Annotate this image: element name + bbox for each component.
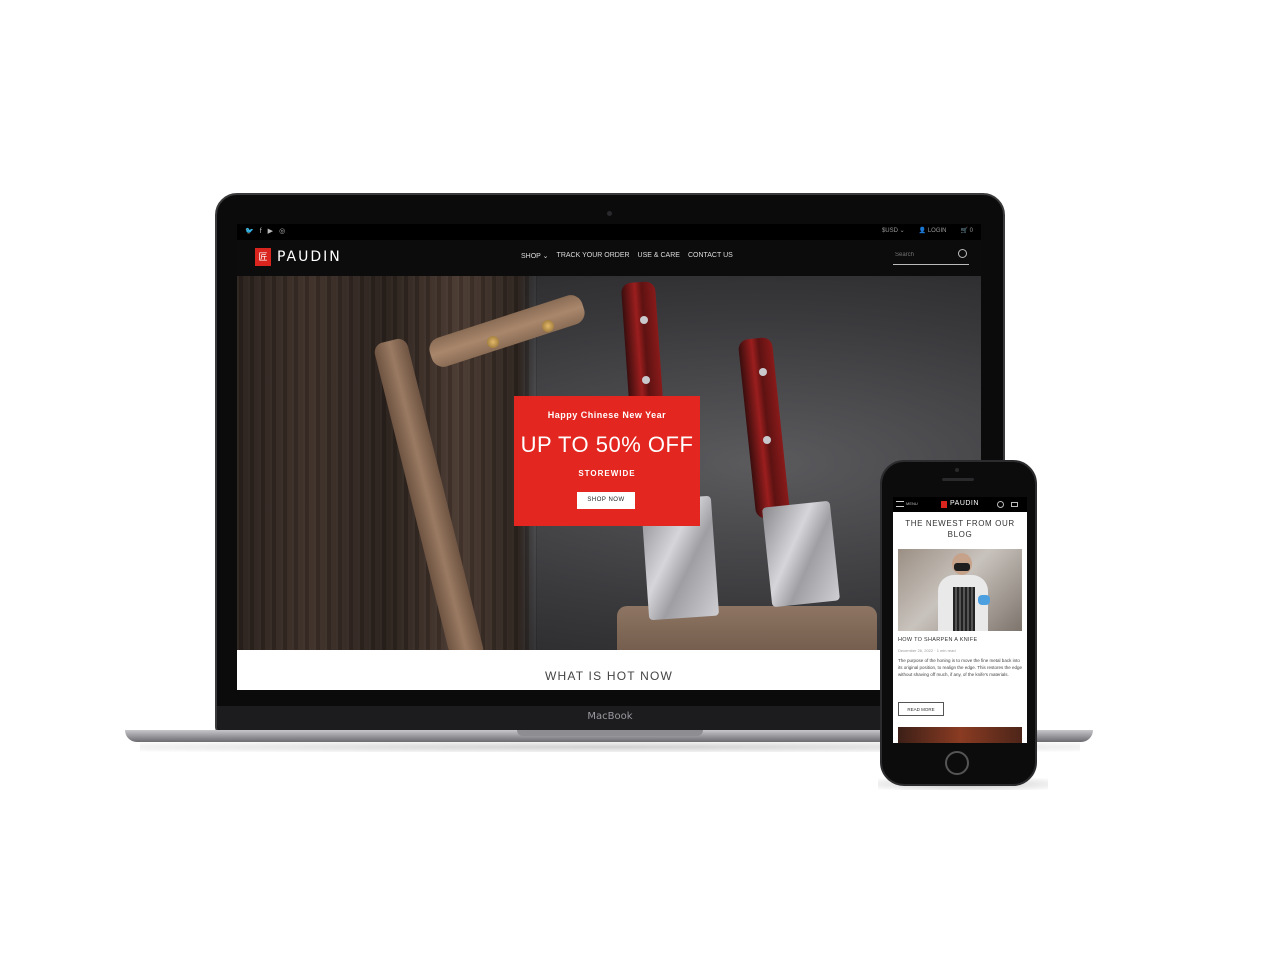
search-box (893, 246, 969, 265)
promo-card: Happy Chinese New Year UP TO 50% OFF STO… (514, 396, 700, 526)
youtube-icon[interactable]: ▶ (268, 227, 273, 236)
mobile-header: MENU PAUDIN (893, 497, 1027, 512)
laptop-notch (517, 730, 703, 736)
post-excerpt: The purpose of the honing is to move the… (898, 658, 1022, 677)
instagram-icon[interactable]: ◎ (279, 227, 285, 236)
knife-handle (737, 336, 791, 520)
search-input[interactable] (895, 250, 951, 260)
menu-icon[interactable] (896, 501, 904, 507)
promo-headline: UP TO 50% OFF (520, 432, 694, 457)
phone-camera (955, 468, 959, 472)
rivet (487, 336, 499, 348)
cart-icon: 🛒 (960, 228, 968, 234)
mobile-logo[interactable]: PAUDIN (950, 500, 979, 507)
nav-use-care[interactable]: USE & CARE (638, 252, 680, 260)
knife-pin (640, 316, 648, 324)
chef-apron (953, 587, 975, 631)
cart-icon[interactable] (1011, 502, 1018, 507)
device-label: MacBook (587, 711, 633, 722)
laptop-screen: 🐦 f ▶ ◎ $USD ⌄ 👤 LOGIN 🛒 0 匠 PAUDIN SHOP… (237, 224, 981, 690)
top-bar: 🐦 f ▶ ◎ $USD ⌄ 👤 LOGIN 🛒 0 (237, 224, 981, 240)
blog-title: THE NEWEST FROM OUR BLOG (905, 519, 1015, 539)
nav-contact[interactable]: CONTACT US (688, 252, 733, 260)
rivet (542, 320, 554, 332)
search-icon[interactable] (997, 501, 1004, 508)
read-more-button[interactable]: READ MORE (898, 702, 944, 716)
promo-subtitle: Happy Chinese New Year (547, 410, 667, 420)
logo-text[interactable]: PAUDIN (277, 249, 342, 265)
social-links: 🐦 f ▶ ◎ (245, 227, 285, 236)
menu-label[interactable]: MENU (906, 501, 918, 506)
cart-link[interactable]: 🛒 0 (961, 227, 974, 234)
chevron-down-icon: ⌄ (899, 228, 905, 234)
currency-label: $USD (881, 228, 898, 234)
shop-now-button[interactable]: SHOP NOW (577, 492, 635, 509)
search-icon[interactable] (958, 249, 967, 258)
knife-blade (761, 500, 841, 608)
knife-pin (763, 436, 771, 444)
nav-links: SHOP ⌄ TRACK YOUR ORDER USE & CARE CONTA… (521, 252, 733, 260)
chef-mask (954, 563, 970, 571)
nav-shop[interactable]: SHOP ⌄ (521, 252, 549, 260)
chevron-down-icon: ⌄ (542, 253, 549, 260)
facebook-icon[interactable]: f (260, 227, 262, 236)
login-link[interactable]: 👤 LOGIN (919, 227, 947, 234)
laptop-camera (607, 211, 612, 216)
cart-count: 0 (969, 228, 973, 234)
knife-pin (759, 368, 767, 376)
hero-banner: Happy Chinese New Year UP TO 50% OFF STO… (237, 276, 981, 650)
next-post-image[interactable] (898, 727, 1022, 743)
phone-speaker (942, 478, 974, 481)
currency-selector[interactable]: $USD ⌄ (882, 227, 905, 234)
phone-screen: MENU PAUDIN THE NEWEST FROM OUR BLOG HOW… (893, 497, 1027, 743)
nav-track-order[interactable]: TRACK YOUR ORDER (557, 252, 630, 260)
user-icon: 👤 (918, 228, 927, 234)
section-title: WHAT IS HOT NOW (545, 669, 673, 683)
main-nav: 匠 PAUDIN SHOP ⌄ TRACK YOUR ORDER USE & C… (237, 240, 981, 276)
twitter-icon[interactable]: 🐦 (245, 227, 254, 236)
login-label: LOGIN (927, 228, 947, 234)
promo-tagline: STOREWIDE (578, 469, 636, 478)
chef-glove (978, 595, 990, 605)
logo-mark[interactable]: 匠 (255, 248, 271, 266)
knife-pin (642, 376, 650, 384)
hot-now-section: WHAT IS HOT NOW (237, 650, 981, 690)
post-title[interactable]: HOW TO SHARPEN A KNIFE (898, 637, 1022, 643)
home-button[interactable] (945, 751, 969, 775)
nav-shop-label: SHOP (521, 253, 541, 260)
logo-mark[interactable] (941, 501, 947, 508)
blog-post-image[interactable] (898, 549, 1022, 631)
post-meta: December 26, 2022 · 1 min read (898, 648, 956, 653)
account-links: $USD ⌄ 👤 LOGIN 🛒 0 (882, 227, 973, 234)
